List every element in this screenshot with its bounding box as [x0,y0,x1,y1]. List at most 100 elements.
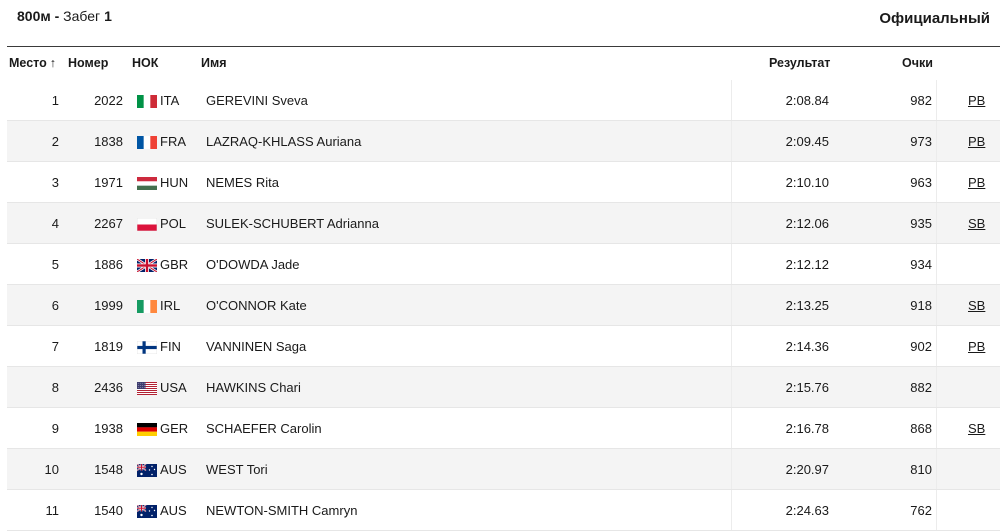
place-cell: 6 [51,298,59,313]
column-divider [731,121,732,162]
place-cell: 8 [51,380,59,395]
result-cell: 2:10.10 [785,175,829,190]
athlete-name-cell: HAWKINS Chari [206,380,301,395]
column-divider [936,449,937,490]
bib-cell: 2267 [94,216,123,231]
record-link[interactable]: PB [968,175,985,190]
record-link[interactable]: SB [968,298,985,313]
heat-word: Забег [63,8,101,24]
column-header-points[interactable]: Очки [902,56,933,70]
athlete-name-cell: NEWTON-SMITH Camryn [206,503,358,518]
place-cell: 10 [44,462,59,477]
bib-cell: 1819 [94,339,123,354]
flag-icon [137,218,157,231]
table-row[interactable]: 7 1819 FIN VANNINEN Saga 2:14.36 902 PB [7,326,1000,367]
record-link[interactable]: PB [968,93,985,108]
column-divider [936,121,937,162]
table-row[interactable]: 5 1886 GBR O'DOWDA Jade 2:12.12 934 [7,244,1000,285]
result-cell: 2:24.63 [785,503,829,518]
column-divider [731,244,732,285]
table-row[interactable]: 1 2022 ITA GEREVINI Sveva 2:08.84 982 PB [7,80,1000,121]
bib-cell: 1938 [94,421,123,436]
column-divider [936,408,937,449]
points-cell: 882 [910,380,932,395]
event-name: 800м [17,8,51,24]
table-header: Место ↑ Номер НОК Имя Результат Очки [0,47,1000,80]
table-row[interactable]: 10 1548 AUS WEST Tori 2:20.97 810 [7,449,1000,490]
column-divider [936,203,937,244]
points-cell: 982 [910,93,932,108]
column-header-bib[interactable]: Номер [68,56,108,70]
result-cell: 2:15.76 [785,380,829,395]
flag-icon [137,136,157,149]
noc-cell: ITA [160,93,180,108]
bib-cell: 2436 [94,380,123,395]
record-link[interactable]: SB [968,216,985,231]
column-divider [731,203,732,244]
column-divider [731,326,732,367]
place-cell: 11 [45,503,60,518]
table-row[interactable]: 4 2267 POL SULEK-SCHUBERT Adrianna 2:12.… [7,203,1000,244]
athlete-name-cell: WEST Tori [206,462,268,477]
place-cell: 5 [51,257,59,272]
column-divider [936,80,937,121]
place-cell: 2 [51,134,59,149]
bib-cell: 1971 [94,175,123,190]
result-cell: 2:13.25 [785,298,829,313]
table-row[interactable]: 8 2436 USA HAWKINS Chari 2:15.76 882 [7,367,1000,408]
points-cell: 762 [910,503,932,518]
column-divider [936,244,937,285]
result-cell: 2:08.84 [785,93,829,108]
column-divider [936,326,937,367]
noc-cell: AUS [160,503,187,518]
points-cell: 934 [910,257,932,272]
column-header-place[interactable]: Место ↑ [9,56,56,70]
flag-icon [137,341,157,354]
table-row[interactable]: 2 1838 FRA LAZRAQ-KHLASS Auriana 2:09.45… [7,121,1000,162]
bib-cell: 1838 [94,134,123,149]
title-dash: - [50,8,64,24]
result-cell: 2:12.06 [785,216,829,231]
table-row[interactable]: 3 1971 HUN NEMES Rita 2:10.10 963 PB [7,162,1000,203]
flag-icon [137,95,157,108]
noc-cell: GER [160,421,189,436]
column-header-result[interactable]: Результат [769,56,830,70]
column-header-noc[interactable]: НОК [132,56,158,70]
table-row[interactable]: 11 1540 AUS NEWTON-SMITH Camryn 2:24.63 … [7,490,1000,531]
points-cell: 810 [910,462,932,477]
heat-number: 1 [104,8,112,24]
column-divider [936,162,937,203]
table-row[interactable]: 9 1938 GER SCHAEFER Carolin 2:16.78 868 … [7,408,1000,449]
place-cell: 9 [51,421,59,436]
athlete-name-cell: VANNINEN Saga [206,339,307,354]
bib-cell: 1999 [94,298,123,313]
column-divider [731,449,732,490]
points-cell: 963 [910,175,932,190]
noc-cell: FRA [160,134,186,149]
table-row[interactable]: 6 1999 IRL O'CONNOR Kate 2:13.25 918 SB [7,285,1000,326]
flag-icon [137,464,157,477]
noc-cell: AUS [160,462,187,477]
noc-cell: FIN [160,339,181,354]
points-cell: 918 [910,298,932,313]
column-divider [936,367,937,408]
noc-cell: POL [160,216,187,231]
column-header-name[interactable]: Имя [201,56,227,70]
column-divider [731,408,732,449]
record-link[interactable]: SB [968,421,985,436]
record-link[interactable]: PB [968,339,985,354]
flag-icon [137,505,157,518]
status-label: Официальный [879,10,990,27]
result-cell: 2:16.78 [785,421,829,436]
sort-ascending-icon[interactable]: ↑ [50,56,56,70]
record-link[interactable]: PB [968,134,985,149]
noc-cell: USA [160,380,187,395]
column-header-place-label: Место [9,56,47,70]
result-cell: 2:14.36 [785,339,829,354]
noc-cell: GBR [160,257,189,272]
flag-icon [137,259,157,272]
column-divider [731,490,732,531]
athlete-name-cell: O'CONNOR Kate [206,298,307,313]
event-title: 800м - Забег 1 [17,8,112,24]
points-cell: 868 [910,421,932,436]
